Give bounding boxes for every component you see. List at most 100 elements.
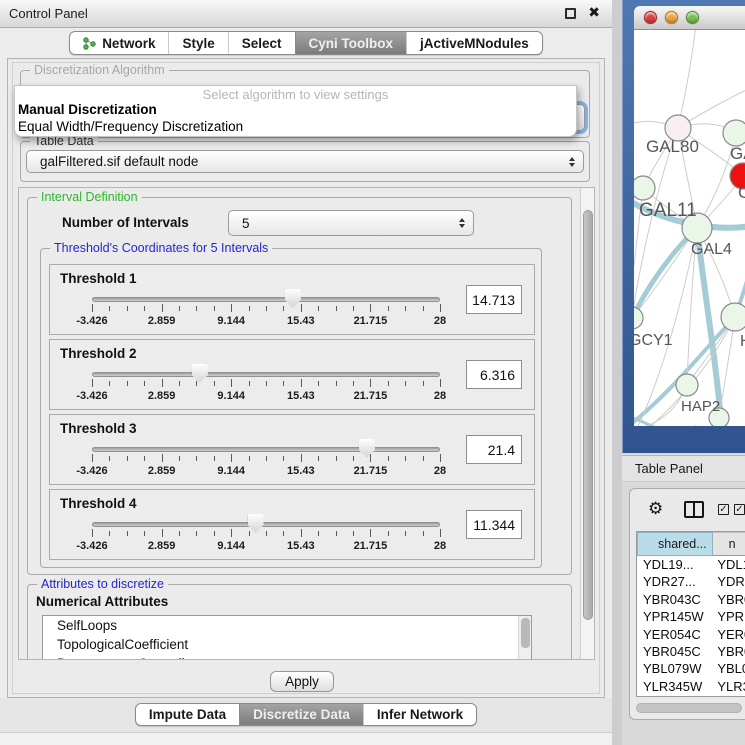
algorithm-option[interactable]: Manual Discretization [18,102,157,117]
table-panel-header: Table Panel [622,455,745,482]
slider-tick [301,379,302,387]
cell-shared-name[interactable]: YBR045C [637,643,713,660]
slider-tick [318,381,319,386]
cell-shared-name[interactable]: YBR043C [637,591,713,608]
combo-stepper-icon[interactable] [569,157,575,167]
attribute-list-item[interactable]: SelfLoops [43,616,531,635]
cell-name[interactable]: YBR0 [713,591,745,608]
table-horizontal-scrollbar[interactable] [636,703,745,713]
numerical-attributes-list[interactable]: SelfLoopsTopologicalCoefficientBetweenne… [42,615,532,660]
table-row[interactable]: YLR345WYLR3 [637,678,745,695]
slider-axis-labels: -3.4262.8599.14415.4321.71528 [92,390,440,404]
number-of-intervals-combo[interactable]: 5 [228,210,474,236]
slider-tick [440,454,441,462]
axis-tick-label: 9.144 [217,390,245,402]
tab-impute-data[interactable]: Impute Data [136,704,239,725]
table-data-combo[interactable]: galFiltered.sif default node [26,150,584,173]
table-row[interactable]: YBR043CYBR0 [637,591,745,608]
attributes-list-scrollbar[interactable] [518,616,531,660]
cell-name[interactable]: YIL0 [713,695,745,697]
slider-tick [283,381,284,386]
cell-name[interactable]: YBR0 [713,643,745,660]
tab-cyni-toolbox[interactable]: Cyni Toolbox [295,32,407,54]
tab-style[interactable]: Style [168,32,227,54]
attribute-list-item[interactable]: BetweennessCentrality [43,654,531,660]
float-window-icon[interactable] [565,8,576,19]
threshold-slider[interactable]: -3.4262.8599.14415.4321.71528 [92,289,440,333]
network-edge[interactable] [634,128,678,318]
network-node[interactable] [721,303,745,331]
tab-select[interactable]: Select [228,32,295,54]
tab-infer-network[interactable]: Infer Network [363,704,476,725]
slider-tick [370,529,371,537]
mac-zoom-button[interactable] [686,11,699,24]
table-row[interactable]: YIL052CYIL0 [637,695,745,697]
threshold-slider[interactable]: -3.4262.8599.14415.4321.71528 [92,364,440,408]
threshold-slider[interactable]: -3.4262.8599.14415.4321.71528 [92,514,440,558]
combo-stepper-icon[interactable] [459,218,465,228]
slider-tick [196,456,197,461]
cell-shared-name[interactable]: YER054C [637,626,713,643]
threshold-slider[interactable]: -3.4262.8599.14415.4321.71528 [92,439,440,483]
attribute-list-item[interactable]: TopologicalCoefficient [43,635,531,654]
cell-name[interactable]: YLR3 [713,678,745,695]
network-node[interactable] [676,374,698,396]
slider-ticks [92,379,440,389]
cell-name[interactable]: YDL1 [713,556,745,573]
threshold-value-field[interactable] [466,285,522,314]
mac-minimize-button[interactable] [665,11,678,24]
network-node[interactable] [634,176,655,200]
threshold-value-field[interactable] [466,510,522,539]
slider-track[interactable] [92,447,440,452]
tab-network[interactable]: Network [70,32,168,54]
slider-tick [301,454,302,462]
table-row[interactable]: YER054CYER0 [637,626,745,643]
cell-shared-name[interactable]: YLR345W [637,678,713,695]
cell-shared-name[interactable]: YPR145W [637,608,713,625]
tab-discretize-data[interactable]: Discretize Data [239,704,363,725]
tab-jactivemnodules[interactable]: jActiveMNodules [406,32,542,54]
scrollbar-thumb[interactable] [636,703,742,713]
split-view-icon[interactable] [684,501,704,518]
table-row[interactable]: YDR27...YDR2 [637,573,745,590]
checkbox-icon[interactable]: ✓ [734,504,745,515]
cell-shared-name[interactable]: YBL079W [637,660,713,677]
network-window-titlebar[interactable] [634,6,745,30]
cell-name[interactable]: YDR2 [713,573,745,590]
slider-track[interactable] [92,522,440,527]
apply-button[interactable]: Apply [270,671,334,692]
settings-vertical-scrollbar[interactable] [580,188,594,659]
table-row[interactable]: YDL19...YDL1 [637,556,745,573]
scrollbar-thumb[interactable] [521,618,530,648]
column-header-name[interactable]: n [713,532,745,556]
slider-tick [179,306,180,311]
close-icon[interactable]: ✖ [588,4,600,21]
cell-shared-name[interactable]: YDR27... [637,573,713,590]
cell-name[interactable]: YPR1 [713,608,745,625]
network-node[interactable] [723,120,745,146]
checkbox-icon[interactable]: ✓ [718,504,729,515]
scrollbar-thumb[interactable] [583,210,593,620]
network-node[interactable] [634,307,643,329]
slider-tick [109,381,110,386]
slider-tick [92,529,93,537]
algorithm-option[interactable]: Equal Width/Frequency Discretization [18,119,243,134]
network-canvas[interactable]: GAL80GACGAL11GAL4GCY1HHAP2 [634,30,745,426]
threshold-value-field[interactable] [466,435,522,464]
slider-track[interactable] [92,372,440,377]
table-row[interactable]: YBL079WYBL0 [637,660,745,677]
cell-shared-name[interactable]: YIL052C [637,695,713,697]
threshold-value-field[interactable] [466,360,522,389]
cell-name[interactable]: YBL0 [713,660,745,677]
panel-divider[interactable] [612,0,622,745]
cell-name[interactable]: YER0 [713,626,745,643]
slider-track[interactable] [92,297,440,302]
mac-close-button[interactable] [644,11,657,24]
gear-icon[interactable]: ⚙ [648,499,663,519]
column-header-shared-name[interactable]: shared... [637,532,713,556]
network-edge[interactable] [678,30,696,128]
table-row[interactable]: YPR145WYPR1 [637,608,745,625]
table-row[interactable]: YBR045CYBR0 [637,643,745,660]
axis-tick-label: 2.859 [148,465,176,477]
cell-shared-name[interactable]: YDL19... [637,556,713,573]
